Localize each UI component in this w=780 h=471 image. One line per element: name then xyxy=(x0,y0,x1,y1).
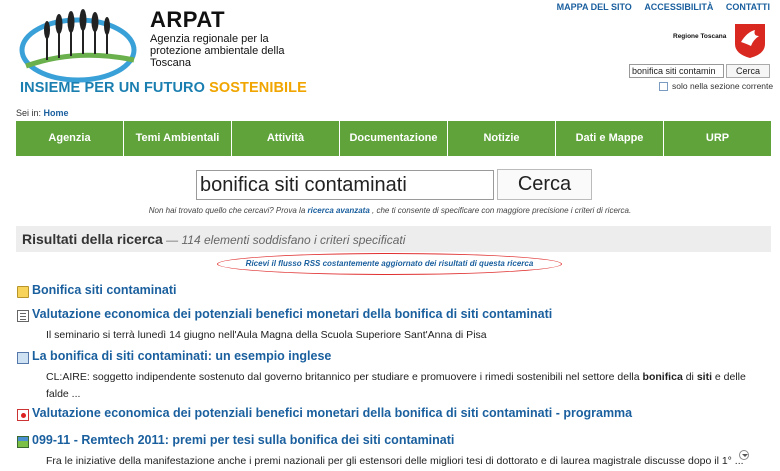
desc-part: CL:AIRE: soggetto indipendente sostenuto… xyxy=(46,371,643,383)
result-title[interactable]: 099-11 - Remtech 2011: premi per tesi su… xyxy=(32,433,454,447)
org-name: ARPAT xyxy=(150,7,226,32)
current-section-checkbox[interactable] xyxy=(659,82,668,91)
results-header: Risultati della ricerca — 114 elementi s… xyxy=(16,226,771,252)
pdf-icon xyxy=(17,409,29,421)
nav-temi-ambientali[interactable]: Temi Ambientali xyxy=(124,121,232,156)
result-description: Il seminario si terrà lunedì 14 giugno n… xyxy=(46,329,487,341)
nav-dati-e-mappe[interactable]: Dati e Mappe xyxy=(556,121,664,156)
hint-after: , che ti consente di specificare con mag… xyxy=(369,206,632,215)
hint-before: Non hai trovato quello che cercavi? Prov… xyxy=(148,206,308,215)
nav-documentazione[interactable]: Documentazione xyxy=(340,121,448,156)
result-title[interactable]: Valutazione economica dei potenziali ben… xyxy=(32,307,552,321)
main-search-button[interactable]: Cerca xyxy=(497,169,592,200)
search-hint: Non hai trovato quello che cercavi? Prov… xyxy=(0,206,780,215)
desc-highlight: siti xyxy=(696,371,712,383)
advanced-search-link[interactable]: ricerca avanzata xyxy=(308,206,370,215)
results-count: — 114 elementi soddisfano i criteri spec… xyxy=(162,233,406,247)
desc-part: di xyxy=(682,371,697,383)
header-search-input[interactable]: bonifica siti contamin xyxy=(629,64,724,78)
breadcrumb: Sei in: Home xyxy=(16,108,69,118)
document-icon xyxy=(17,310,29,322)
result-description: CL:AIRE: soggetto indipendente sostenuto… xyxy=(46,369,766,403)
breadcrumb-prefix: Sei in: xyxy=(16,108,42,118)
top-links: MAPPA DEL SITO ACCESSIBILITÀ CONTATTI xyxy=(547,2,770,12)
news-icon xyxy=(17,352,29,364)
link-contacts[interactable]: CONTATTI xyxy=(726,2,770,12)
nav-agenzia[interactable]: Agenzia xyxy=(16,121,124,156)
results-title: Risultati della ricerca xyxy=(22,231,163,247)
current-section-label: solo nella sezione corrente xyxy=(672,81,774,91)
header-search-button[interactable]: Cerca xyxy=(726,64,770,78)
tagline: INSIEME PER UN FUTURO SOSTENIBILE xyxy=(20,80,307,96)
main-nav: Agenzia Temi Ambientali Attività Documen… xyxy=(16,121,771,156)
site-header: ARPAT Agenzia regionale per la protezion… xyxy=(0,0,780,108)
rss-feed-link[interactable]: Ricevi il flusso RSS costantemente aggio… xyxy=(217,253,562,275)
nav-notizie[interactable]: Notizie xyxy=(448,121,556,156)
arpat-logo-icon[interactable] xyxy=(16,8,142,88)
region-label[interactable]: Regione Toscana xyxy=(673,33,726,40)
read-more-arrow-icon[interactable] xyxy=(739,450,749,460)
link-site-map[interactable]: MAPPA DEL SITO xyxy=(557,2,632,12)
event-icon xyxy=(17,436,29,448)
nav-attivita[interactable]: Attività xyxy=(232,121,340,156)
breadcrumb-home[interactable]: Home xyxy=(44,108,69,118)
main-search-input[interactable]: bonifica siti contaminati xyxy=(196,170,494,200)
desc-highlight: bonifica xyxy=(642,371,683,383)
pegasus-crest-icon[interactable] xyxy=(731,18,769,58)
tagline-part-1: INSIEME PER UN FUTURO xyxy=(20,80,210,96)
result-title[interactable]: Valutazione economica dei potenziali ben… xyxy=(32,406,632,420)
result-description: Fra le iniziative della manifestazione a… xyxy=(46,455,744,467)
link-accessibility[interactable]: ACCESSIBILITÀ xyxy=(644,2,713,12)
folder-icon xyxy=(17,286,29,298)
tagline-part-2: SOSTENIBILE xyxy=(209,80,307,96)
result-title[interactable]: Bonifica siti contaminati xyxy=(32,283,176,297)
nav-urp[interactable]: URP xyxy=(664,121,771,156)
result-title[interactable]: La bonifica di siti contaminati: un esem… xyxy=(32,349,331,363)
org-subtitle: Agenzia regionale per la protezione ambi… xyxy=(150,33,285,69)
